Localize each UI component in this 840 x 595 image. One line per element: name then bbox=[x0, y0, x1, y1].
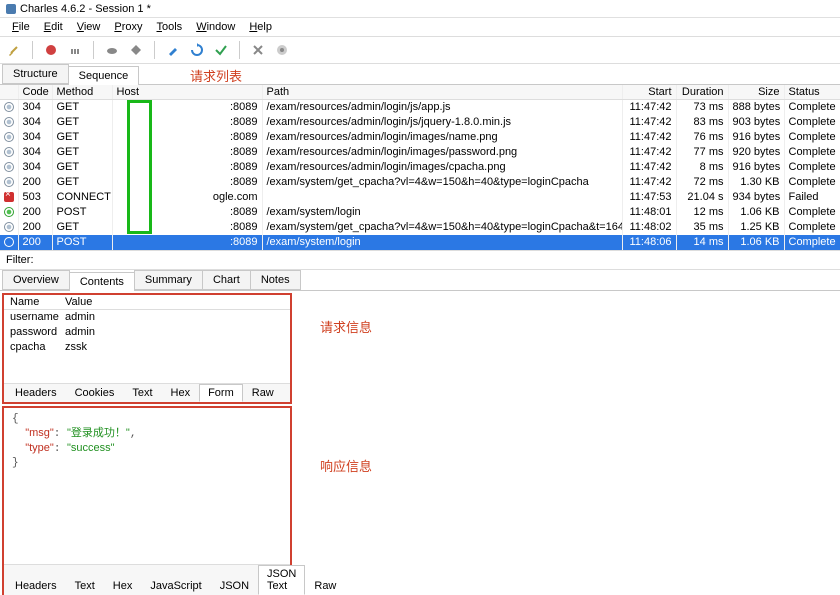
menu-edit[interactable]: Edit bbox=[38, 20, 69, 34]
col-path: Path bbox=[262, 85, 622, 100]
tab-overview[interactable]: Overview bbox=[2, 270, 70, 290]
table-row[interactable]: 200GET:8089/exam/system/get_cpacha?vl=4&… bbox=[0, 175, 840, 190]
table-row[interactable]: 304GET:8089/exam/resources/admin/login/j… bbox=[0, 115, 840, 130]
tab-structure[interactable]: Structure bbox=[2, 64, 69, 84]
settings-icon[interactable] bbox=[274, 42, 290, 58]
kv-row[interactable]: passwordadmin bbox=[4, 325, 290, 340]
refresh-icon[interactable] bbox=[189, 42, 205, 58]
tools-icon[interactable] bbox=[250, 42, 266, 58]
status-icon bbox=[4, 132, 14, 142]
subtab-headers[interactable]: Headers bbox=[6, 384, 66, 402]
titlebar: Charles 4.6.2 - Session 1 * bbox=[0, 0, 840, 18]
request-info-box: NameValue usernameadminpasswordadmincpac… bbox=[2, 293, 292, 404]
toolbar bbox=[0, 36, 840, 64]
broom-icon[interactable] bbox=[6, 42, 22, 58]
subtab-text[interactable]: Text bbox=[66, 577, 104, 595]
menu-help[interactable]: Help bbox=[243, 20, 278, 34]
tab-notes[interactable]: Notes bbox=[250, 270, 301, 290]
subtab-raw[interactable]: Raw bbox=[243, 384, 283, 402]
subtab-raw[interactable]: Raw bbox=[305, 577, 345, 595]
subtab-hex[interactable]: Hex bbox=[162, 384, 200, 402]
menu-view[interactable]: View bbox=[71, 20, 107, 34]
col-status: Status bbox=[784, 85, 840, 100]
subtab-javascript[interactable]: JavaScript bbox=[141, 577, 210, 595]
table-row[interactable]: 200POST:8089/exam/system/login11:48:0112… bbox=[0, 205, 840, 220]
subtab-form[interactable]: Form bbox=[199, 384, 243, 402]
subtab-json[interactable]: JSON bbox=[211, 577, 258, 595]
detail-tabs: Overview Contents Summary Chart Notes bbox=[0, 270, 840, 291]
status-icon bbox=[4, 162, 14, 172]
subtab-hex[interactable]: Hex bbox=[104, 577, 142, 595]
response-body[interactable]: { "msg": "登录成功！", "type": "success" } bbox=[4, 408, 290, 474]
status-icon bbox=[4, 147, 14, 157]
table-row[interactable]: 200POST:8089/exam/system/login11:48:0614… bbox=[0, 235, 840, 250]
filter-row: Filter: bbox=[0, 250, 840, 270]
table-row[interactable]: 503CONNECTogle.com11:47:5321.04 s934 byt… bbox=[0, 190, 840, 205]
col-code: Code bbox=[18, 85, 52, 100]
status-icon bbox=[4, 192, 14, 202]
annot-bot: 响应信息 bbox=[320, 456, 372, 475]
menu-file[interactable]: File bbox=[6, 20, 36, 34]
status-icon bbox=[4, 177, 14, 187]
table-row[interactable]: 304GET:8089/exam/resources/admin/login/i… bbox=[0, 145, 840, 160]
turtle-icon[interactable] bbox=[104, 42, 120, 58]
tab-sequence[interactable]: Sequence bbox=[68, 66, 140, 85]
check-icon[interactable] bbox=[213, 42, 229, 58]
pause-icon[interactable] bbox=[67, 42, 83, 58]
filter-input[interactable] bbox=[37, 254, 437, 266]
request-subtabs: HeadersCookiesTextHexFormRaw bbox=[4, 383, 290, 402]
record-icon[interactable] bbox=[43, 42, 59, 58]
app-icon bbox=[6, 4, 16, 14]
col-host: Host bbox=[112, 85, 262, 100]
table-row[interactable]: 304GET:8089/exam/resources/admin/login/j… bbox=[0, 100, 840, 115]
col-size: Size bbox=[728, 85, 784, 100]
table-row[interactable]: 304GET:8089/exam/resources/admin/login/i… bbox=[0, 130, 840, 145]
menubar[interactable]: File Edit View Proxy Tools Window Help bbox=[0, 18, 840, 36]
status-icon bbox=[4, 237, 14, 247]
table-row[interactable]: 304GET:8089/exam/resources/admin/login/i… bbox=[0, 160, 840, 175]
pencil-icon[interactable] bbox=[165, 42, 181, 58]
request-table: Code Method Host Path Start Duration Siz… bbox=[0, 85, 840, 250]
kv-head-name: Name bbox=[4, 295, 59, 310]
breakpoint-icon[interactable] bbox=[128, 42, 144, 58]
filter-label: Filter: bbox=[6, 254, 34, 266]
subtab-json-text[interactable]: JSON Text bbox=[258, 565, 305, 595]
status-icon bbox=[4, 222, 14, 232]
response-subtabs: HeadersTextHexJavaScriptJSONJSON TextRaw bbox=[4, 564, 290, 595]
window-title: Charles 4.6.2 - Session 1 * bbox=[20, 3, 151, 15]
col-start: Start bbox=[622, 85, 676, 100]
status-icon bbox=[4, 117, 14, 127]
status-icon bbox=[4, 207, 14, 217]
annot-mid: 请求信息 bbox=[320, 317, 372, 336]
response-info-box: { "msg": "登录成功！", "type": "success" } He… bbox=[2, 406, 292, 595]
tab-chart[interactable]: Chart bbox=[202, 270, 251, 290]
table-row[interactable]: 200GET:8089/exam/system/get_cpacha?vl=4&… bbox=[0, 220, 840, 235]
table-header[interactable]: Code Method Host Path Start Duration Siz… bbox=[0, 85, 840, 100]
col-method: Method bbox=[52, 85, 112, 100]
kv-head-value: Value bbox=[59, 295, 290, 310]
col-duration: Duration bbox=[676, 85, 728, 100]
subtab-cookies[interactable]: Cookies bbox=[66, 384, 124, 402]
kv-row[interactable]: usernameadmin bbox=[4, 310, 290, 325]
status-icon bbox=[4, 102, 14, 112]
view-tabs: Structure Sequence 请求列表 bbox=[0, 64, 840, 85]
menu-proxy[interactable]: Proxy bbox=[108, 20, 148, 34]
tab-summary[interactable]: Summary bbox=[134, 270, 203, 290]
subtab-text[interactable]: Text bbox=[123, 384, 161, 402]
subtab-headers[interactable]: Headers bbox=[6, 577, 66, 595]
tab-contents[interactable]: Contents bbox=[69, 272, 135, 291]
menu-tools[interactable]: Tools bbox=[151, 20, 189, 34]
kv-row[interactable]: cpachazssk bbox=[4, 340, 290, 355]
menu-window[interactable]: Window bbox=[190, 20, 241, 34]
annot-top: 请求列表 bbox=[190, 66, 242, 85]
